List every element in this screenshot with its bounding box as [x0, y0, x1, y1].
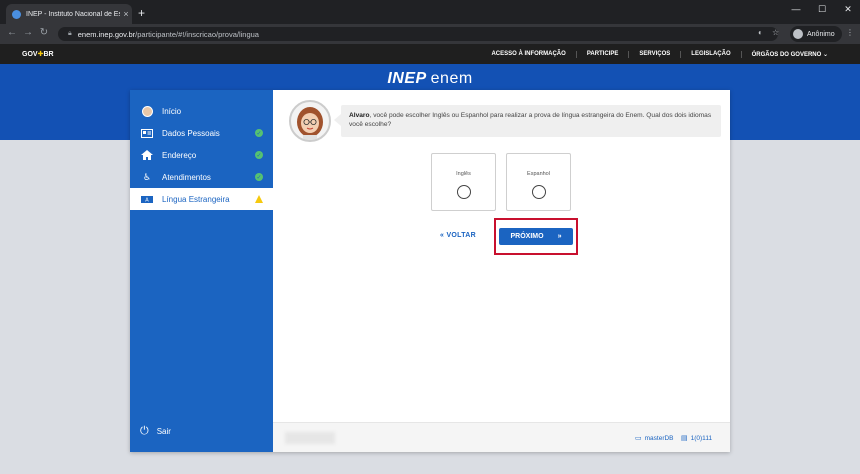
incognito-icon[interactable]: ◐: [758, 28, 763, 37]
option-label: Espanhol: [527, 171, 550, 177]
back-arrow-icon[interactable]: ←: [6, 27, 18, 38]
id-card-icon: [140, 128, 154, 139]
sidebar-item-label: Endereço: [162, 150, 197, 160]
gov-logo[interactable]: GOV✚BR: [22, 50, 54, 58]
url-host: enem.inep.gov.br: [77, 29, 136, 39]
svg-text:A: A: [145, 197, 149, 203]
card-footer: ▭ masterDB ▤ 1(0)111: [273, 422, 730, 452]
sidebar-item-label: Atendimentos: [162, 172, 211, 182]
version-info: ▤ 1(0)111: [681, 434, 713, 443]
profile-avatar-icon: [793, 29, 803, 39]
check-icon: ✓: [255, 129, 263, 137]
chevron-right-icon: »: [557, 233, 562, 240]
back-button[interactable]: « VOLTAR: [440, 232, 476, 239]
sidebar-item-atendimentos[interactable]: ♿︎ Atendimentos ✓: [130, 166, 273, 188]
minimize-button[interactable]: —: [786, 4, 806, 14]
radio-ingles[interactable]: [456, 185, 471, 199]
accessibility-icon: ♿︎: [142, 171, 152, 182]
tutor-message: Alvaro, você pode escolher Inglês ou Esp…: [334, 105, 721, 137]
device-label: masterDB: [644, 434, 674, 442]
enem-logo: enem: [430, 70, 473, 87]
logout-label: Sair: [156, 427, 171, 436]
tutor-avatar: [289, 100, 331, 142]
home-icon: [140, 150, 154, 161]
browser-toolbar: ← → ↻ 🔒︎ enem.inep.gov.br /participante/…: [0, 24, 860, 44]
sidebar-item-label: Dados Pessoais: [162, 128, 220, 138]
sidebar: Início Dados Pessoais ✓ Endereço ✓ ♿︎ At…: [130, 90, 273, 452]
gov-link-legislacao[interactable]: LEGISLAÇÃO: [680, 51, 740, 58]
device-info: ▭ masterDB: [635, 434, 674, 443]
logout-button[interactable]: ⏻ Sair: [140, 425, 171, 438]
blurred-text: [285, 432, 335, 444]
gov-link-orgaos[interactable]: ÓRGÃOS DO GOVERNO ⌄: [740, 51, 838, 58]
address-bar[interactable]: 🔒︎ enem.inep.gov.br /participante/#!/ins…: [58, 27, 778, 41]
gov-link-acesso[interactable]: ACESSO À INFORMAÇÃO: [481, 51, 575, 58]
gov-bar: GOV✚BR ACESSO À INFORMAÇÃO PARTICIPE SER…: [0, 44, 860, 64]
browser-tab[interactable]: INEP - Instituto Nacional de Est... ×: [6, 4, 132, 24]
profile-button[interactable]: Anônimo: [790, 26, 842, 42]
inep-logo: INEP: [387, 70, 427, 87]
check-icon: ✓: [255, 173, 263, 181]
check-icon: ✓: [255, 151, 263, 159]
server-icon: ▤: [681, 435, 688, 442]
star-icon[interactable]: ☆: [772, 28, 779, 37]
participant-name: Alvaro: [349, 112, 370, 119]
user-avatar-icon: [140, 105, 154, 117]
main-content: Alvaro, você pode escolher Inglês ou Esp…: [273, 90, 730, 452]
tutor-message-text: , você pode escolher Inglês ou Espanhol …: [349, 112, 712, 129]
browser-titlebar: INEP - Instituto Nacional de Est... × + …: [0, 0, 860, 24]
url-path: /participante/#!/inscricao/prova/lingua: [135, 29, 259, 39]
new-tab-button[interactable]: +: [138, 6, 145, 20]
close-tab-icon[interactable]: ×: [120, 9, 132, 19]
gov-logo-left: GOV: [22, 51, 38, 58]
power-icon: ⏻: [140, 425, 149, 437]
language-icon: A: [140, 194, 154, 205]
sidebar-item-lingua-estrangeira[interactable]: A Língua Estrangeira: [130, 188, 273, 210]
monitor-icon: ▭: [635, 435, 642, 442]
reload-icon[interactable]: ↻: [38, 27, 50, 38]
option-label: Inglês: [456, 171, 471, 177]
maximize-button[interactable]: ☐: [812, 4, 832, 15]
menu-kebab-icon[interactable]: ⋮: [846, 28, 854, 37]
sidebar-item-label: Início: [162, 106, 182, 116]
globe-icon: [12, 9, 21, 19]
option-espanhol[interactable]: Espanhol: [506, 153, 571, 211]
enrollment-card: Início Dados Pessoais ✓ Endereço ✓ ♿︎ At…: [130, 90, 730, 452]
version-label: 1(0)111: [690, 434, 713, 442]
gov-logo-right: BR: [43, 51, 54, 58]
profile-label: Anônimo: [807, 30, 835, 38]
radio-espanhol[interactable]: [531, 185, 546, 199]
site-brand: INEP enem: [0, 70, 860, 88]
sidebar-item-label: Língua Estrangeira: [162, 194, 230, 204]
gov-links: ACESSO À INFORMAÇÃO PARTICIPE SERVIÇOS L…: [481, 51, 838, 58]
tab-title: INEP - Instituto Nacional de Est...: [26, 10, 120, 18]
sidebar-item-inicio[interactable]: Início: [130, 100, 273, 122]
sidebar-item-endereco[interactable]: Endereço ✓: [130, 144, 273, 166]
next-label: PRÓXIMO: [510, 233, 544, 240]
warning-icon: [255, 195, 263, 203]
lock-icon: 🔒︎: [68, 30, 72, 37]
close-window-button[interactable]: ✕: [838, 4, 858, 15]
gov-link-participe[interactable]: PARTICIPE: [575, 51, 629, 58]
next-button[interactable]: PRÓXIMO »: [499, 228, 573, 245]
gov-link-servicos[interactable]: SERVIÇOS: [628, 51, 680, 58]
option-ingles[interactable]: Inglês: [431, 153, 496, 211]
sidebar-item-dados-pessoais[interactable]: Dados Pessoais ✓: [130, 122, 273, 144]
forward-arrow-icon[interactable]: →: [22, 27, 34, 38]
